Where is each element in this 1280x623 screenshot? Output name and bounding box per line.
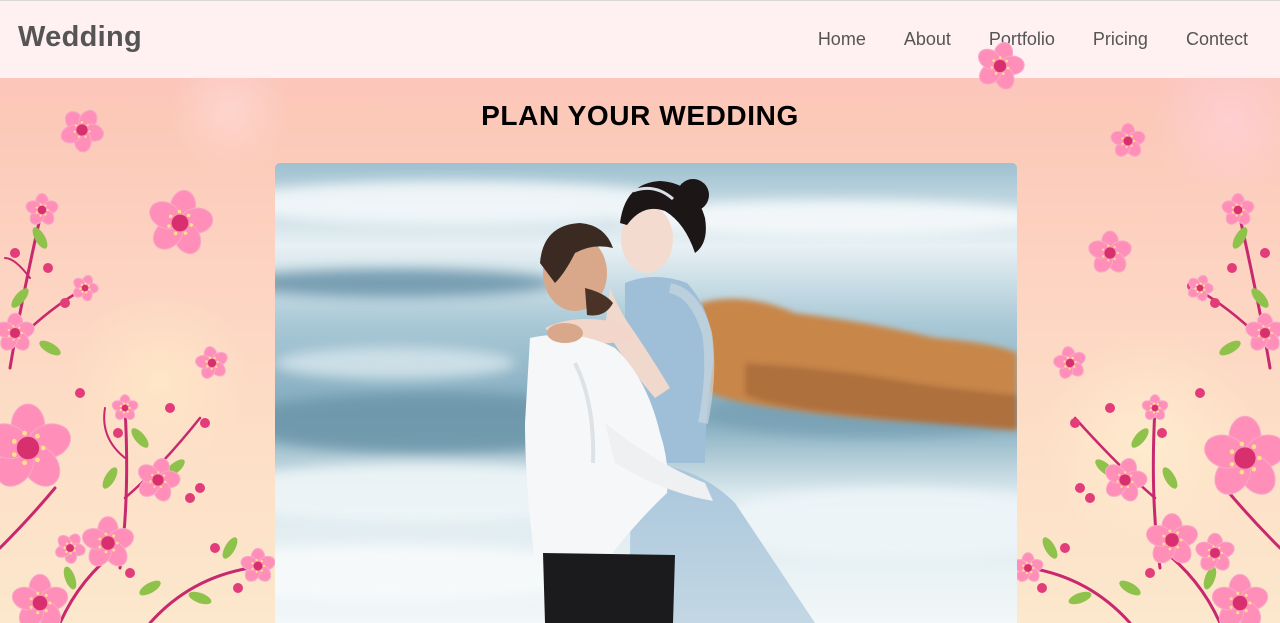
cherry-blossom-icon: [137, 458, 181, 502]
page-title: PLAN YOUR WEDDING: [481, 100, 799, 131]
cherry-blossom-icon: [25, 193, 59, 225]
nav-about-link[interactable]: About: [904, 29, 951, 50]
cherry-blossom-icon: [1104, 458, 1148, 502]
cherry-blossom-icon: [0, 312, 35, 351]
cherry-blossom-icon: [1245, 312, 1280, 351]
cherry-blossom-icon: [1204, 415, 1280, 495]
nav-portfolio-link[interactable]: Portfolio: [989, 29, 1055, 50]
left-blossom-branch-decoration: [0, 109, 276, 623]
brand-logo[interactable]: Wedding: [18, 21, 142, 54]
cherry-blossom-icon: [82, 516, 134, 567]
cherry-blossom-icon: [111, 394, 139, 420]
couple-photo: [275, 163, 1017, 623]
nav-home-link[interactable]: Home: [818, 29, 866, 50]
cherry-blossom-icon: [1195, 532, 1235, 571]
cherry-blossom-icon: [0, 403, 71, 487]
nav-pricing-link[interactable]: Pricing: [1093, 29, 1148, 50]
cherry-blossom-icon: [1088, 230, 1132, 273]
cherry-blossom-icon: [1141, 394, 1169, 420]
cherry-blossom-icon: [1053, 346, 1086, 379]
navbar: Wedding Home About Portfolio Pricing Con…: [0, 0, 1280, 78]
cherry-blossom-icon: [195, 346, 228, 379]
cherry-blossom-icon: [1221, 193, 1255, 225]
nav-contact-link[interactable]: Contect: [1186, 29, 1248, 50]
right-blossom-branch-decoration: [1012, 122, 1280, 623]
cherry-blossom-icon: [55, 533, 86, 564]
cherry-blossom-icon: [72, 274, 99, 302]
main-nav: Home About Portfolio Pricing Contect: [818, 29, 1248, 50]
cherry-blossom-icon: [1211, 573, 1269, 623]
cherry-blossom-icon: [240, 547, 276, 582]
cherry-blossom-icon: [1146, 513, 1198, 564]
cherry-blossom-icon: [11, 573, 69, 623]
couple-photo-image: [275, 163, 1017, 623]
cherry-blossom-icon: [1187, 274, 1214, 302]
cherry-blossom-icon: [149, 189, 214, 255]
